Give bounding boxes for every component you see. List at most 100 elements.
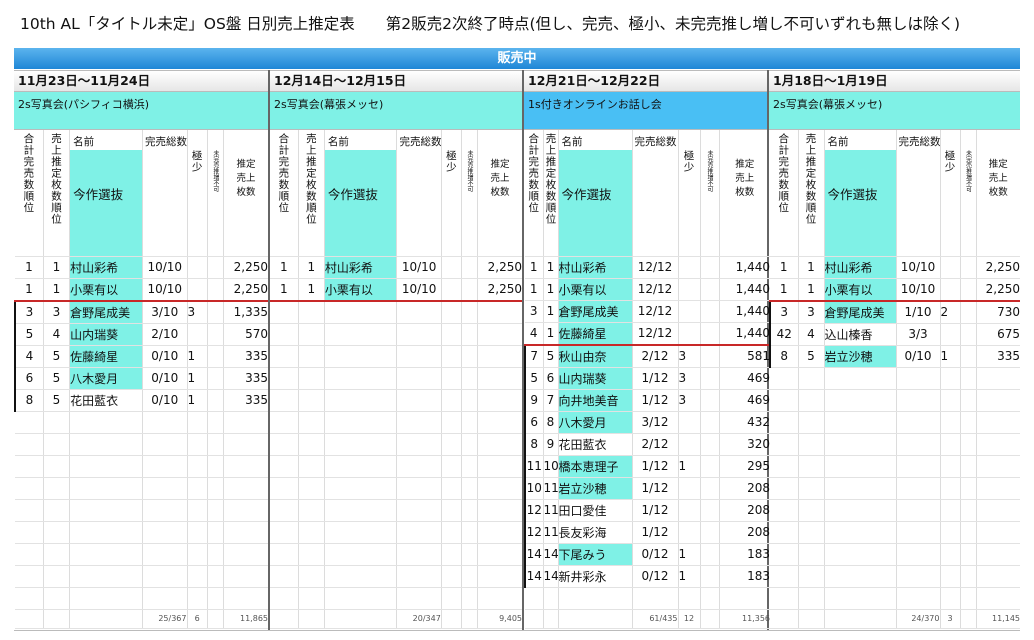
sold-count: 2/12 [632,433,679,456]
unsold-flag [700,565,720,588]
header-estimate-l2: 売上 [735,173,755,184]
unsold-flag [700,322,720,346]
empty-cell [543,609,559,629]
total-sold: 24/370 [896,609,941,629]
panel-date: 1月18日〜1月19日 [769,70,1020,92]
empty-cell [477,345,522,368]
empty-cell [396,433,442,456]
empty-cell [298,300,325,324]
table-row [770,521,1020,544]
header-estimate-l1: 推定 [490,159,510,170]
estimated-sales: 581 [719,344,770,368]
empty-cell [43,587,71,610]
header-current-select: 今作選抜 [327,187,378,202]
rank-total: 3 [13,300,44,324]
empty-cell [298,389,325,412]
member-name: 花田藍衣 [69,389,143,412]
member-name: 倉野尾成美 [824,300,897,324]
table-row: 12 11 田口愛佳 1/12 208 [524,499,770,522]
kyokusho-count [441,278,462,302]
sold-count: 0/12 [632,565,679,588]
empty-cell [770,565,799,588]
header-estimate-l3: 枚数 [735,187,755,198]
empty-cell [396,543,442,566]
header-estimate-l3: 枚数 [490,187,510,198]
empty-cell [976,521,1020,544]
empty-cell [298,345,325,368]
unsold-flag [461,256,479,279]
header-estimate-l1: 推定 [988,159,1008,170]
unsold-flag [700,499,720,522]
empty-cell [525,587,544,610]
sold-count: 0/10 [142,367,188,390]
kyokusho-count [678,499,701,522]
rank-sales: 1 [543,256,559,279]
table-row [770,477,1020,500]
empty-cell [543,587,559,610]
empty-cell [43,499,71,522]
table-row [270,565,522,588]
sold-count: 1/12 [632,499,679,522]
kyokusho-count [678,256,701,279]
estimated-sales: 1,440 [719,278,770,301]
unsold-flag [960,256,977,279]
empty-cell [43,521,71,544]
empty-cell [976,565,1020,588]
estimated-sales: 730 [976,300,1020,324]
empty-cell [324,389,398,412]
member-name: 山内瑞葵 [558,367,633,390]
table-row [270,587,522,610]
rank-total: 1 [270,278,299,302]
rank-total: 10 [524,477,544,500]
empty-cell [461,609,479,629]
panel-event: 2s写真会(幕張メッセ) [769,92,1020,130]
unsold-flag [207,389,224,412]
empty-cell [461,345,479,368]
rank-total: 8 [524,433,544,456]
empty-cell [396,389,442,412]
table-row: 1 1 小栗有以 12/12 1,440 [525,278,770,301]
empty-cell [558,609,633,629]
table-row: 6 8 八木愛月 3/12 432 [524,411,770,434]
header-estimate: 推定 売上 枚数 [477,130,522,257]
kyokusho-count: 1 [678,455,701,478]
member-name: 倉野尾成美 [69,300,143,324]
rank-sales: 6 [543,367,559,390]
header-rank-sales-text: 売上推定枚数順位 [804,133,817,225]
total-kyokusho: 6 [187,609,208,629]
member-name: 八木愛月 [558,411,633,434]
panel-0: 11月23日〜11月24日 2s写真会(パシフィコ横浜) 合計完売数順位 売上推定枚数… [13,70,270,630]
empty-cell [142,499,188,522]
kyokusho-count: 1 [187,389,208,412]
table-row [270,521,522,544]
header-unsold: 未完売推増不可 [207,130,224,257]
sold-count: 1/10 [896,300,941,324]
empty-cell [298,565,325,588]
unsold-flag [700,521,720,544]
empty-cell [477,521,522,544]
empty-cell [207,433,224,456]
empty-cell [207,521,224,544]
empty-cell [896,543,941,566]
empty-cell [142,543,188,566]
empty-cell [223,411,268,434]
estimated-sales: 2,250 [223,256,268,279]
empty-cell [461,565,479,588]
header-name-text: 名前 [70,130,142,150]
header-rank-total: 合計完売数順位 [525,130,544,257]
sold-count: 3/10 [142,300,188,324]
empty-cell [298,521,325,544]
total-estimate: 11,145 [976,609,1020,629]
empty-cell [43,609,71,629]
rank-total: 3 [525,300,544,323]
panel-3: 1月18日〜1月19日 2s写真会(幕張メッセ) 合計完売数順位 売上推定枚数順位 名前… [769,70,1020,630]
table-row: 42 4 込山榛香 3/3 675 [769,323,1020,346]
sold-count: 12/12 [632,322,679,346]
header-estimate-text: 推定 売上 枚数 [720,130,771,200]
rank-total: 12 [524,499,544,522]
estimated-sales: 469 [719,389,770,412]
empty-cell [43,411,71,434]
header-kyokusho: 極少 [441,130,462,257]
member-name: 込山榛香 [824,323,897,346]
header-rank-sales: 売上推定枚数順位 [543,130,559,257]
